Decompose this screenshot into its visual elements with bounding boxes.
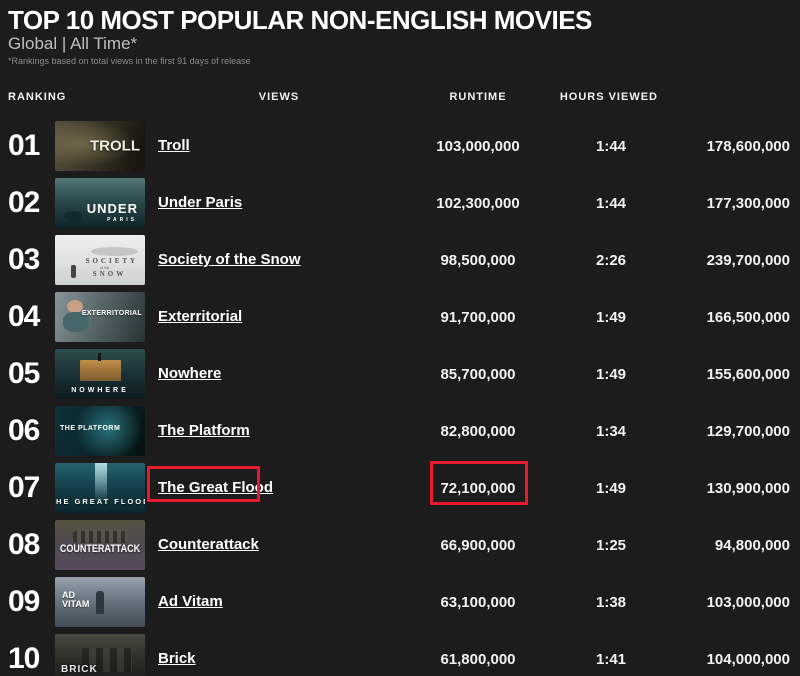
page-title: TOP 10 MOST POPULAR NON-ENGLISH MOVIES: [8, 8, 800, 32]
table-row-4: 04 EXTERRITORIAL Exterritorial 91,700,00…: [0, 292, 800, 342]
page-header: TOP 10 MOST POPULAR NON-ENGLISH MOVIES G…: [0, 0, 800, 66]
table-row-8: 08 COUNTERATTACK Counterattack 66,900,00…: [0, 520, 800, 570]
thumbnail-caption: AD VITAM: [62, 591, 98, 609]
thumbnail-caption: THE GREAT FLOOD: [55, 497, 145, 506]
table-row-10: 10 BRICK Brick 61,800,000 1:41 104,000,0…: [0, 634, 800, 676]
table-row-9: 09 AD VITAM Ad Vitam 63,100,000 1:38 103…: [0, 577, 800, 627]
hours-viewed-value: 129,700,000: [666, 423, 800, 440]
runtime-value: 1:25: [556, 537, 666, 554]
views-value: 61,800,000: [400, 651, 556, 668]
movie-thumbnail-ad-vitam[interactable]: AD VITAM: [55, 577, 145, 627]
movie-thumbnail-nowhere[interactable]: NOWHERE: [55, 349, 145, 399]
runtime-value: 1:44: [556, 138, 666, 155]
page-subtitle: Global | All Time*: [8, 35, 800, 52]
movie-thumbnail-the-platform[interactable]: THE PLATFORM: [55, 406, 145, 456]
rank-number: 07: [0, 471, 55, 505]
runtime-value: 1:41: [556, 651, 666, 668]
table-row-5: 05 NOWHERE Nowhere 85,700,000 1:49 155,6…: [0, 349, 800, 399]
thumbnail-caption: THE PLATFORM: [60, 425, 120, 432]
views-value: 72,100,000: [400, 480, 556, 497]
rank-number: 01: [0, 129, 55, 163]
views-value: 63,100,000: [400, 594, 556, 611]
movie-title-link[interactable]: Brick: [158, 650, 196, 667]
runtime-value: 2:26: [556, 252, 666, 269]
movie-title-link[interactable]: The Platform: [158, 422, 250, 439]
views-value: 103,000,000: [400, 138, 556, 155]
movie-thumbnail-counterattack[interactable]: COUNTERATTACK: [55, 520, 145, 570]
movie-title-link[interactable]: Nowhere: [158, 365, 221, 382]
hours-viewed-value: 178,600,000: [666, 138, 800, 155]
thumbnail-caption: SOCIETY: [86, 257, 139, 265]
movie-title-link[interactable]: Ad Vitam: [158, 593, 223, 610]
rank-number: 09: [0, 585, 55, 619]
movie-thumbnail-troll[interactable]: TROLL: [55, 121, 145, 171]
table-row-1: 01 TROLL Troll 103,000,000 1:44 178,600,…: [0, 121, 800, 171]
movie-title-link[interactable]: Exterritorial: [158, 308, 242, 325]
movie-title-link[interactable]: Counterattack: [158, 536, 259, 553]
views-value: 82,800,000: [400, 423, 556, 440]
movie-thumbnail-under-paris[interactable]: UNDERPARIS: [55, 178, 145, 228]
runtime-value: 1:44: [556, 195, 666, 212]
views-value: 91,700,000: [400, 309, 556, 326]
table-row-2: 02 UNDERPARIS Under Paris 102,300,000 1:…: [0, 178, 800, 228]
movie-thumbnail-society-of-the-snow[interactable]: SOCIETYof theSNOW: [55, 235, 145, 285]
thumbnail-subcaption: PARIS: [107, 217, 137, 223]
thumbnail-caption: UNDER: [87, 201, 138, 216]
movie-thumbnail-brick[interactable]: BRICK: [55, 634, 145, 676]
rank-number: 03: [0, 243, 55, 277]
views-value: 98,500,000: [400, 252, 556, 269]
runtime-value: 1:49: [556, 366, 666, 383]
views-value: 85,700,000: [400, 366, 556, 383]
movie-title-link[interactable]: Under Paris: [158, 194, 242, 211]
hours-viewed-value: 239,700,000: [666, 252, 800, 269]
table-header-row: RANKING VIEWS RUNTIME HOURS VIEWED: [0, 90, 800, 103]
hours-viewed-value: 94,800,000: [666, 537, 800, 554]
runtime-value: 1:49: [556, 309, 666, 326]
movie-title-link[interactable]: The Great Flood: [158, 479, 273, 496]
movie-thumbnail-the-great-flood[interactable]: THE GREAT FLOOD: [55, 463, 145, 513]
ranking-footnote: *Rankings based on total views in the fi…: [8, 56, 800, 66]
top10-page: TOP 10 MOST POPULAR NON-ENGLISH MOVIES G…: [0, 0, 800, 676]
movie-title-link[interactable]: Society of the Snow: [158, 251, 301, 268]
thumbnail-subcaption: SNOW: [93, 270, 126, 278]
table-row-3: 03 SOCIETYof theSNOW Society of the Snow…: [0, 235, 800, 285]
runtime-value: 1:38: [556, 594, 666, 611]
column-header-hours-viewed: HOURS VIEWED: [556, 91, 666, 103]
movie-title-link[interactable]: Troll: [158, 137, 190, 154]
rank-number: 02: [0, 186, 55, 220]
views-value: 102,300,000: [400, 195, 556, 212]
movie-thumbnail-exterritorial[interactable]: EXTERRITORIAL: [55, 292, 145, 342]
runtime-value: 1:49: [556, 480, 666, 497]
thumbnail-caption: TROLL: [90, 138, 140, 155]
table-row-6: 06 THE PLATFORM The Platform 82,800,000 …: [0, 406, 800, 456]
rank-number: 06: [0, 414, 55, 448]
rank-number: 05: [0, 357, 55, 391]
hours-viewed-value: 166,500,000: [666, 309, 800, 326]
hours-viewed-value: 103,000,000: [666, 594, 800, 611]
rank-number: 04: [0, 300, 55, 334]
hours-viewed-value: 130,900,000: [666, 480, 800, 497]
hours-viewed-value: 104,000,000: [666, 651, 800, 668]
table-row-7-highlighted: 07 THE GREAT FLOOD The Great Flood 72,10…: [0, 463, 800, 513]
rank-number: 08: [0, 528, 55, 562]
column-header-runtime: RUNTIME: [400, 91, 556, 103]
thumbnail-caption: EXTERRITORIAL: [82, 310, 142, 317]
hours-viewed-value: 155,600,000: [666, 366, 800, 383]
rank-number: 10: [0, 642, 55, 676]
runtime-value: 1:34: [556, 423, 666, 440]
column-header-views: VIEWS: [158, 91, 400, 103]
top10-table: 01 TROLL Troll 103,000,000 1:44 178,600,…: [0, 121, 800, 676]
thumbnail-caption: NOWHERE: [71, 387, 129, 394]
column-header-ranking: RANKING: [0, 91, 158, 103]
views-value: 66,900,000: [400, 537, 556, 554]
hours-viewed-value: 177,300,000: [666, 195, 800, 212]
thumbnail-caption: BRICK: [61, 664, 98, 675]
thumbnail-caption: COUNTERATTACK: [60, 543, 140, 555]
